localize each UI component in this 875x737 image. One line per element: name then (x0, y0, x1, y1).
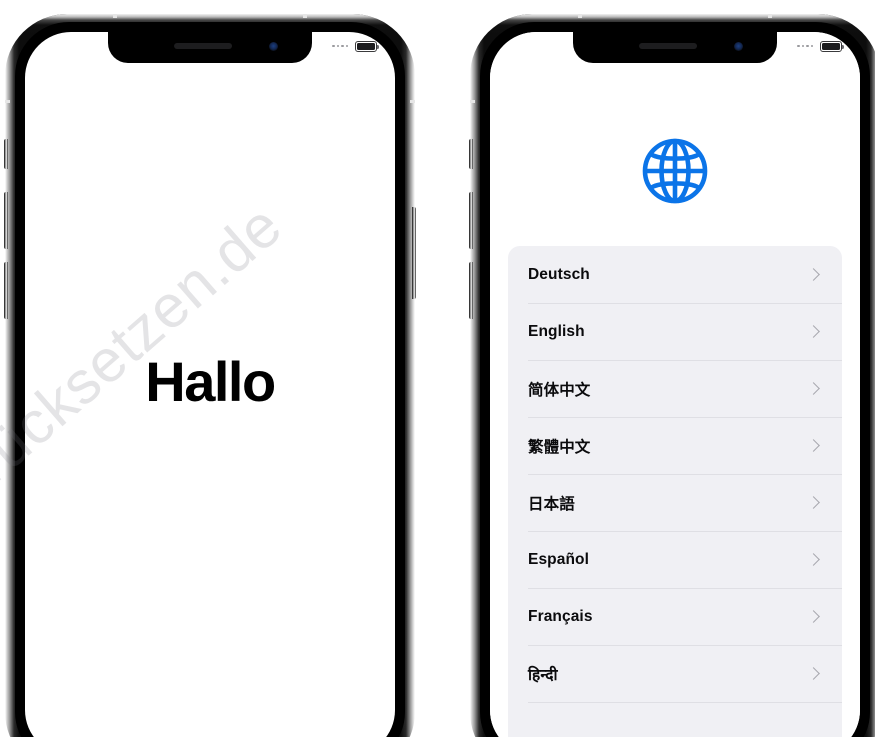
side-power-button[interactable] (412, 207, 416, 299)
signal-strength-icon (797, 44, 813, 48)
volume-up-button[interactable] (4, 192, 8, 249)
volume-up-button[interactable] (469, 192, 473, 249)
language-label: Español (528, 550, 589, 568)
mute-switch-button[interactable] (4, 139, 8, 169)
antenna-line-top-right (303, 14, 307, 18)
device-screen-right: Deutsch English 简体中文 繁體中文 日本語 Español Fr… (490, 32, 860, 737)
language-label: 繁體中文 (528, 438, 591, 456)
notch-right (573, 32, 777, 63)
language-label: 日本語 (528, 495, 575, 513)
chevron-right-icon (807, 667, 820, 680)
greeting-text: Hallo (145, 349, 276, 413)
chevron-right-icon (807, 610, 820, 623)
globe-icon (642, 138, 708, 204)
list-item[interactable] (508, 702, 842, 737)
antenna-line-right (410, 100, 415, 103)
chevron-right-icon (807, 325, 820, 338)
front-camera-icon (734, 42, 743, 51)
language-picker-screen: Deutsch English 简体中文 繁體中文 日本語 Español Fr… (490, 32, 860, 737)
antenna-line-top-left (113, 14, 117, 18)
list-item[interactable]: हिन्दी (508, 645, 842, 702)
greeting-container: Hallo (25, 32, 395, 737)
language-label: हिन्दी (528, 666, 558, 684)
chevron-right-icon (807, 268, 820, 281)
list-item[interactable]: Français (508, 588, 842, 645)
chevron-right-icon (807, 553, 820, 566)
list-item[interactable]: English (508, 303, 842, 360)
language-label: English (528, 322, 585, 340)
mute-switch-button[interactable] (469, 139, 473, 169)
battery-fill (822, 42, 840, 50)
chevron-right-icon (807, 496, 820, 509)
volume-down-button[interactable] (4, 262, 8, 319)
language-label: Deutsch (528, 265, 590, 283)
status-bar-right (797, 38, 845, 54)
list-item[interactable]: Deutsch (508, 246, 842, 303)
antenna-line-top-left (578, 14, 582, 18)
antenna-line-left (5, 100, 10, 103)
antenna-line-top-right (768, 14, 772, 18)
volume-down-button[interactable] (469, 262, 473, 319)
chevron-right-icon (807, 439, 820, 452)
chevron-right-icon (807, 382, 820, 395)
earpiece-speaker-icon (639, 43, 698, 49)
globe-icon-container (490, 135, 860, 207)
battery-icon (820, 40, 845, 52)
list-item[interactable]: 日本語 (508, 474, 842, 531)
language-label: Français (528, 607, 593, 625)
screenshot-canvas: Hallo Deutsch English 简体中文 繁體中文 日本語 Espa… (0, 0, 875, 737)
language-list[interactable]: Deutsch English 简体中文 繁體中文 日本語 Español Fr… (508, 246, 842, 737)
iphone-device-left: Hallo (4, 14, 416, 737)
iphone-device-right: Deutsch English 简体中文 繁體中文 日本語 Español Fr… (469, 14, 875, 737)
language-label: 简体中文 (528, 381, 591, 399)
device-screen-left: Hallo (25, 32, 395, 737)
list-item[interactable]: 繁體中文 (508, 417, 842, 474)
antenna-line-left (470, 100, 475, 103)
list-item[interactable]: 简体中文 (508, 360, 842, 417)
list-item[interactable]: Español (508, 531, 842, 588)
